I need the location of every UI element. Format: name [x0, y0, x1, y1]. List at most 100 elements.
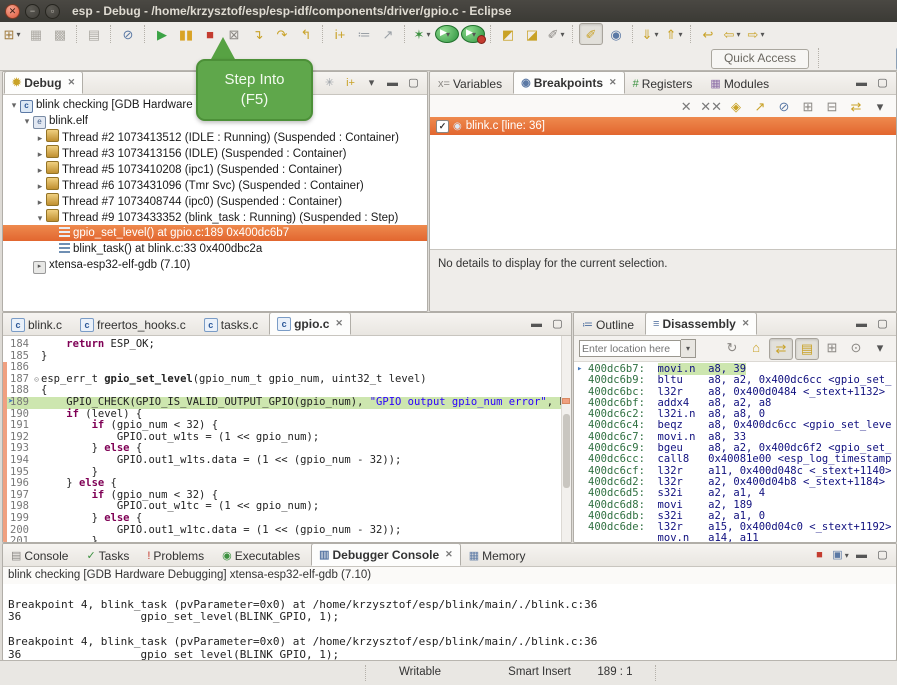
instruction-stepping-button[interactable]: i+	[329, 24, 351, 44]
view-menu-button[interactable]: ▾	[869, 96, 891, 116]
quick-access-button[interactable]: Quick Access	[711, 49, 809, 69]
expander-icon[interactable]: ▾	[9, 97, 19, 113]
disassembly-listing[interactable]: ▸400dc6b7: movi.n a8, 39400dc6b9: bltu a…	[574, 362, 896, 542]
line-number[interactable]: 201	[3, 536, 32, 542]
line-number[interactable]: 199	[3, 513, 32, 525]
tab-console[interactable]: ▤Console	[4, 545, 78, 566]
change-annotation-marker[interactable]	[562, 398, 570, 404]
scrollbar-thumb[interactable]	[563, 414, 570, 488]
close-icon[interactable]: ✕	[335, 318, 343, 329]
breakpoint-row[interactable]: ✓◉blink.c [line: 36]	[430, 117, 896, 135]
mark-occurrences-button[interactable]: ✐	[579, 23, 603, 45]
expander-icon[interactable]: ▸	[35, 130, 45, 146]
maximize-button[interactable]: ▢	[548, 316, 567, 332]
window-close-button[interactable]: ✕	[5, 4, 20, 19]
save-button[interactable]: ▦	[25, 24, 47, 44]
code-line[interactable]: 201 }	[3, 536, 571, 542]
step-into-button[interactable]: ↴	[247, 24, 269, 44]
close-icon[interactable]: ✕	[609, 77, 617, 88]
line-number[interactable]: 184	[3, 339, 32, 351]
code-editor[interactable]: 184 return ESP_OK;185}186187⊝esp_err_t g…	[3, 336, 571, 542]
expander-icon[interactable]: ▾	[35, 210, 45, 226]
close-icon[interactable]: ✕	[68, 77, 76, 88]
show-supported-breakpoints-button[interactable]: ◈	[725, 96, 747, 116]
close-icon[interactable]: ✕	[742, 318, 750, 329]
fold-icon[interactable]: ⊝	[32, 374, 41, 386]
go-to-file-button[interactable]: ↗	[749, 96, 771, 116]
maximize-button[interactable]: ▢	[404, 75, 423, 91]
debug-tree-row[interactable]: gpio_set_level() at gpio.c:189 0x400dc6b…	[3, 225, 427, 241]
maximize-button[interactable]: ▢	[873, 75, 892, 91]
tab-freertos-hooks-c[interactable]: cfreertos_hooks.c	[73, 314, 196, 335]
window-minimize-button[interactable]: −	[25, 4, 40, 19]
tab-memory[interactable]: ▦Memory	[462, 545, 536, 566]
expander-icon[interactable]: ▸	[35, 146, 45, 162]
tab-executables[interactable]: ◉Executables	[215, 545, 310, 566]
minimize-button[interactable]: ▬	[852, 547, 871, 563]
display-console-button[interactable]: ▣▾	[831, 547, 850, 563]
coverage-button[interactable]: ▾	[461, 25, 485, 43]
tab-tasks-c[interactable]: ctasks.c	[197, 314, 268, 335]
step-return-button[interactable]: ↰	[295, 24, 317, 44]
tab-gpio-c[interactable]: cgpio.c✕	[269, 312, 351, 335]
window-maximize-button[interactable]: ▫	[45, 4, 60, 19]
remove-all-breakpoints-button[interactable]: ✕✕	[699, 96, 723, 116]
tab-problems[interactable]: !Problems	[140, 545, 214, 566]
code-line[interactable]: 184 return ESP_OK;	[3, 339, 571, 351]
new-view-button[interactable]: ⊞	[821, 338, 843, 358]
profile-button[interactable]: ↗	[377, 24, 399, 44]
location-input[interactable]	[579, 340, 681, 357]
debug-tree-row[interactable]: ▸Thread #3 1073413156 (IDLE) (Suspended …	[3, 145, 427, 161]
previous-annotation-button[interactable]: ⇑▾	[663, 24, 685, 44]
terminate-button[interactable]: ■	[810, 547, 829, 563]
close-icon[interactable]: ✕	[445, 549, 453, 560]
annotations-button[interactable]: ◉	[605, 24, 627, 44]
debug-button[interactable]: ✶▾	[411, 24, 433, 44]
tab-disassembly[interactable]: ≡Disassembly✕	[645, 312, 757, 335]
view-menu-button[interactable]: ▾	[869, 338, 891, 358]
debug-tree-row[interactable]: ▾Thread #9 1073433352 (blink_task : Runn…	[3, 209, 427, 225]
refresh-button[interactable]: ↻	[721, 338, 743, 358]
suspend-button[interactable]: ▮▮	[175, 24, 197, 44]
tab-registers[interactable]: #Registers	[626, 73, 703, 94]
remove-breakpoint-button[interactable]: ✕	[675, 96, 697, 116]
open-project-button[interactable]: ◩	[497, 24, 519, 44]
link-with-debug-view-button[interactable]: ⇄	[845, 96, 867, 116]
skip-all-breakpoints-button[interactable]: ⊘	[773, 96, 795, 116]
editor-scrollbar[interactable]	[561, 336, 571, 542]
tab-breakpoints[interactable]: ◉Breakpoints✕	[513, 71, 625, 94]
resume-button[interactable]: ▶	[151, 24, 173, 44]
debug-tree-row[interactable]: ▸Thread #6 1073431096 (Tmr Svc) (Suspend…	[3, 177, 427, 193]
new-button[interactable]: ⊞▾	[1, 24, 23, 44]
tab-outline[interactable]: ≔Outline	[575, 314, 644, 335]
minimize-button[interactable]: ▬	[527, 316, 546, 332]
minimize-button[interactable]: ▬	[852, 316, 871, 332]
breakpoint-checkbox[interactable]: ✓	[436, 120, 449, 133]
tab-tasks[interactable]: ✓Tasks	[79, 545, 139, 566]
view-menu-button[interactable]: ▾	[362, 75, 381, 91]
sync-with-context-button[interactable]: ⇄	[769, 338, 793, 360]
back-button[interactable]: ⇦▾	[721, 24, 743, 44]
show-source-button[interactable]: ▤	[795, 338, 819, 360]
minimize-button[interactable]: ▬	[852, 75, 871, 91]
expander-icon[interactable]: ▸	[35, 162, 45, 178]
line-number[interactable]: 194	[3, 455, 32, 467]
minimize-button[interactable]: ▬	[383, 75, 402, 91]
debug-tree-row[interactable]: ▸xtensa-esp32-elf-gdb (7.10)	[3, 257, 427, 273]
instruction-stepping-mode-button[interactable]: i+	[341, 75, 360, 91]
debug-tree-row[interactable]: ▸Thread #5 1073410208 (ipc1) (Suspended …	[3, 161, 427, 177]
external-tools-button[interactable]: ✐▾	[545, 24, 567, 44]
forward-button[interactable]: ⇨▾	[745, 24, 767, 44]
trace-button[interactable]: ≔	[353, 24, 375, 44]
location-dropdown-button[interactable]: ▾	[681, 339, 696, 358]
open-file-button[interactable]: ◪	[521, 24, 543, 44]
code-line[interactable]: 185}	[3, 351, 571, 363]
line-number[interactable]: 196	[3, 478, 32, 490]
maximize-button[interactable]: ▢	[873, 316, 892, 332]
save-all-button[interactable]: ▩	[49, 24, 71, 44]
code-line[interactable]: 187⊝esp_err_t gpio_set_level(gpio_num_t …	[3, 374, 571, 386]
pin-button[interactable]: ⊙	[845, 338, 867, 358]
expander-icon[interactable]: ▸	[35, 178, 45, 194]
collapse-all-button[interactable]: ⊟	[821, 96, 843, 116]
expander-icon[interactable]: ▾	[22, 113, 32, 129]
